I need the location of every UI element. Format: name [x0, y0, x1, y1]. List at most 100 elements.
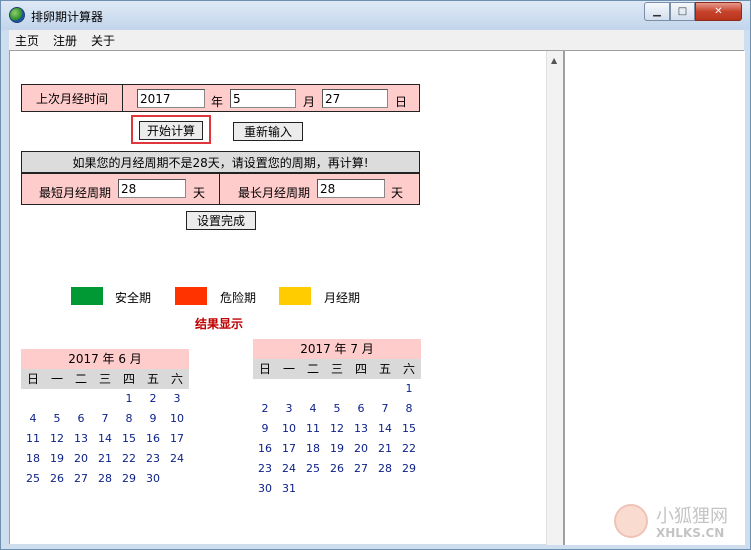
- weekday-label: 二: [74, 372, 87, 386]
- day-cell[interactable]: 28: [373, 459, 397, 479]
- weekday-label: 三: [98, 372, 111, 386]
- legend-label-danger: 危险期: [220, 291, 257, 305]
- min-cycle-label: 最短月经周期: [39, 186, 112, 200]
- day-cell[interactable]: 7: [93, 409, 117, 429]
- day-cell[interactable]: 23: [253, 459, 277, 479]
- day-cell[interactable]: 6: [69, 409, 93, 429]
- day-cell[interactable]: 15: [397, 419, 421, 439]
- day-cell[interactable]: 17: [165, 429, 189, 449]
- day-cell[interactable]: 8: [397, 399, 421, 419]
- day-cell[interactable]: 29: [397, 459, 421, 479]
- minimize-icon: ▁: [653, 6, 661, 17]
- weekday-label: 四: [354, 362, 367, 376]
- day-cell[interactable]: 23: [141, 449, 165, 469]
- day-cell[interactable]: 18: [301, 439, 325, 459]
- menu-item-about[interactable]: 关于: [84, 32, 122, 49]
- weekday-label: 三: [330, 362, 343, 376]
- day-cell[interactable]: 9: [253, 419, 277, 439]
- day-cell[interactable]: 13: [349, 419, 373, 439]
- day-cell[interactable]: 13: [69, 429, 93, 449]
- day-cell[interactable]: 8: [117, 409, 141, 429]
- weekday-label: 日: [258, 362, 271, 376]
- day-cell[interactable]: 22: [117, 449, 141, 469]
- day-cell[interactable]: 20: [349, 439, 373, 459]
- day-cell[interactable]: 14: [373, 419, 397, 439]
- last-period-row: 上次月经时间 年 月 日: [21, 84, 420, 112]
- day-cell[interactable]: 17: [277, 439, 301, 459]
- day-cell[interactable]: 11: [21, 429, 45, 449]
- vertical-scrollbar[interactable]: ▲: [546, 51, 563, 545]
- scroll-up-icon[interactable]: ▲: [551, 56, 557, 65]
- day-cell[interactable]: 3: [165, 389, 189, 409]
- day-cell[interactable]: 4: [21, 409, 45, 429]
- day-cell[interactable]: 5: [45, 409, 69, 429]
- day-cell[interactable]: 27: [69, 469, 93, 489]
- day-cell[interactable]: 26: [325, 459, 349, 479]
- day-cell[interactable]: 18: [21, 449, 45, 469]
- day-cell[interactable]: 14: [93, 429, 117, 449]
- month-input[interactable]: [230, 89, 296, 108]
- day-grid: 1 2 3 4 5 6 7 8 9 10 11 12 13 14 15 16 17 18 19 20 21 22 23 24 2…: [253, 379, 421, 499]
- day-cell[interactable]: 12: [45, 429, 69, 449]
- day-cell[interactable]: 16: [141, 429, 165, 449]
- min-cycle-unit: 天: [193, 186, 206, 200]
- day-cell[interactable]: 22: [397, 439, 421, 459]
- day-cell[interactable]: 21: [373, 439, 397, 459]
- day-cell[interactable]: 26: [45, 469, 69, 489]
- day-cell[interactable]: 28: [93, 469, 117, 489]
- day-cell[interactable]: 10: [277, 419, 301, 439]
- day-cell[interactable]: 29: [117, 469, 141, 489]
- day-cell[interactable]: 16: [253, 439, 277, 459]
- reset-button[interactable]: 重新输入: [233, 122, 303, 141]
- day-cell[interactable]: 21: [93, 449, 117, 469]
- close-button[interactable]: ✕: [695, 2, 742, 21]
- day-cell[interactable]: 24: [165, 449, 189, 469]
- day-cell[interactable]: 31: [277, 479, 301, 499]
- max-cycle-unit: 天: [391, 186, 404, 200]
- right-pane: [563, 51, 745, 545]
- day-cell[interactable]: 4: [301, 399, 325, 419]
- day-cell[interactable]: 7: [373, 399, 397, 419]
- day-cell[interactable]: 1: [397, 379, 421, 399]
- weekday-label: 六: [170, 372, 183, 386]
- watermark-domain: XHLKS.CN: [656, 526, 725, 540]
- day-cell[interactable]: 25: [301, 459, 325, 479]
- day-cell[interactable]: 6: [349, 399, 373, 419]
- title-bar[interactable]: 排卵期计算器 ▁ □ ✕: [1, 1, 750, 30]
- day-cell[interactable]: 20: [69, 449, 93, 469]
- day-cell[interactable]: 2: [253, 399, 277, 419]
- year-input[interactable]: [137, 89, 205, 108]
- day-cell[interactable]: 12: [325, 419, 349, 439]
- day-cell[interactable]: 24: [277, 459, 301, 479]
- day-cell[interactable]: 30: [141, 469, 165, 489]
- empty-day-cell: [325, 379, 349, 399]
- day-cell[interactable]: 1: [117, 389, 141, 409]
- settings-done-button[interactable]: 设置完成: [186, 211, 256, 230]
- legend-label-period: 月经期: [324, 291, 361, 305]
- menu-item-register[interactable]: 注册: [46, 32, 84, 49]
- day-cell[interactable]: 10: [165, 409, 189, 429]
- day-input[interactable]: [322, 89, 388, 108]
- close-icon: ✕: [714, 6, 723, 17]
- day-cell[interactable]: 27: [349, 459, 373, 479]
- legend-label-safe: 安全期: [115, 291, 152, 305]
- day-cell[interactable]: 5: [325, 399, 349, 419]
- start-calc-button[interactable]: 开始计算: [139, 121, 203, 140]
- day-cell[interactable]: 11: [301, 419, 325, 439]
- day-cell[interactable]: 19: [45, 449, 69, 469]
- day-cell[interactable]: 15: [117, 429, 141, 449]
- weekday-label: 四: [122, 372, 135, 386]
- day-cell[interactable]: 9: [141, 409, 165, 429]
- maximize-button[interactable]: □: [670, 2, 695, 21]
- menu-bar: 主页 注册 关于: [9, 30, 744, 50]
- min-cycle-input[interactable]: [118, 179, 186, 198]
- max-cycle-input[interactable]: [317, 179, 385, 198]
- day-cell[interactable]: 19: [325, 439, 349, 459]
- day-cell[interactable]: 25: [21, 469, 45, 489]
- minimize-button[interactable]: ▁: [644, 2, 670, 21]
- day-cell[interactable]: 3: [277, 399, 301, 419]
- menu-item-home[interactable]: 主页: [9, 32, 46, 49]
- day-cell[interactable]: 30: [253, 479, 277, 499]
- day-cell[interactable]: 2: [141, 389, 165, 409]
- year-unit: 年: [211, 95, 224, 109]
